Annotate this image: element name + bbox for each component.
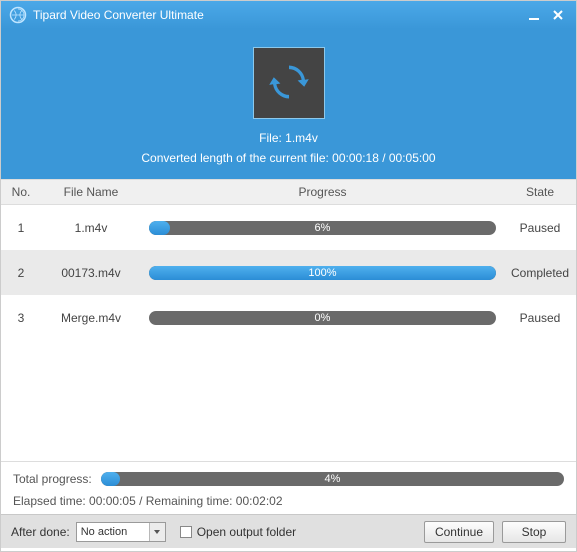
col-filename: File Name [41, 185, 141, 199]
refresh-icon [267, 60, 311, 107]
total-progress-label: Total progress: [13, 472, 101, 486]
total-progress-row: Total progress: 4% [13, 472, 564, 486]
row-state: Completed [504, 266, 576, 280]
row-progress: 100% [141, 266, 504, 280]
total-section: Total progress: 4% Elapsed time: 00:00:0… [1, 461, 576, 514]
progress-label: 6% [149, 221, 496, 235]
total-progress-bar: 4% [101, 472, 564, 486]
col-state: State [504, 185, 576, 199]
open-output-label: Open output folder [197, 525, 296, 539]
row-no: 1 [1, 221, 41, 235]
conversion-header: File: 1.m4v Converted length of the curr… [1, 29, 576, 179]
row-progress: 6% [141, 221, 504, 235]
progress-label: 0% [149, 311, 496, 325]
table-row[interactable]: 1 1.m4v 6% Paused [1, 205, 576, 250]
close-button[interactable] [548, 5, 568, 25]
row-filename: 1.m4v [41, 221, 141, 235]
after-done-label: After done: [11, 525, 70, 539]
row-filename: 00173.m4v [41, 266, 141, 280]
row-no: 2 [1, 266, 41, 280]
after-done-select[interactable]: No action [76, 522, 166, 542]
progress-label: 100% [149, 266, 496, 280]
row-filename: Merge.m4v [41, 311, 141, 325]
convert-icon-box [253, 47, 325, 119]
converted-length-label: Converted length of the current file: 00… [1, 151, 576, 165]
table-body: 1 1.m4v 6% Paused 2 00173.m4v 100% Compl… [1, 205, 576, 461]
after-done-value: No action [81, 526, 127, 538]
chevron-down-icon [149, 523, 165, 541]
table-row[interactable]: 3 Merge.m4v 0% Paused [1, 295, 576, 340]
file-table: No. File Name Progress State 1 1.m4v 6% … [1, 179, 576, 461]
row-progress: 0% [141, 311, 504, 325]
progress-bar: 6% [149, 221, 496, 235]
titlebar: Tipard Video Converter Ultimate [1, 1, 576, 29]
table-row[interactable]: 2 00173.m4v 100% Completed [1, 250, 576, 295]
minimize-button[interactable] [524, 5, 544, 25]
col-no: No. [1, 185, 41, 199]
window-title: Tipard Video Converter Ultimate [33, 8, 520, 22]
open-output-checkbox[interactable] [180, 526, 192, 538]
row-state: Paused [504, 311, 576, 325]
progress-bar: 0% [149, 311, 496, 325]
row-state: Paused [504, 221, 576, 235]
app-logo-icon [9, 6, 27, 24]
continue-button[interactable]: Continue [424, 521, 494, 543]
stop-button[interactable]: Stop [502, 521, 566, 543]
progress-bar: 100% [149, 266, 496, 280]
elapsed-remaining-label: Elapsed time: 00:00:05 / Remaining time:… [13, 494, 564, 508]
total-progress-value: 4% [101, 472, 564, 486]
current-file-label: File: 1.m4v [1, 131, 576, 145]
col-progress: Progress [141, 185, 504, 199]
footer: After done: No action Open output folder… [1, 514, 576, 548]
row-no: 3 [1, 311, 41, 325]
table-header: No. File Name Progress State [1, 179, 576, 205]
